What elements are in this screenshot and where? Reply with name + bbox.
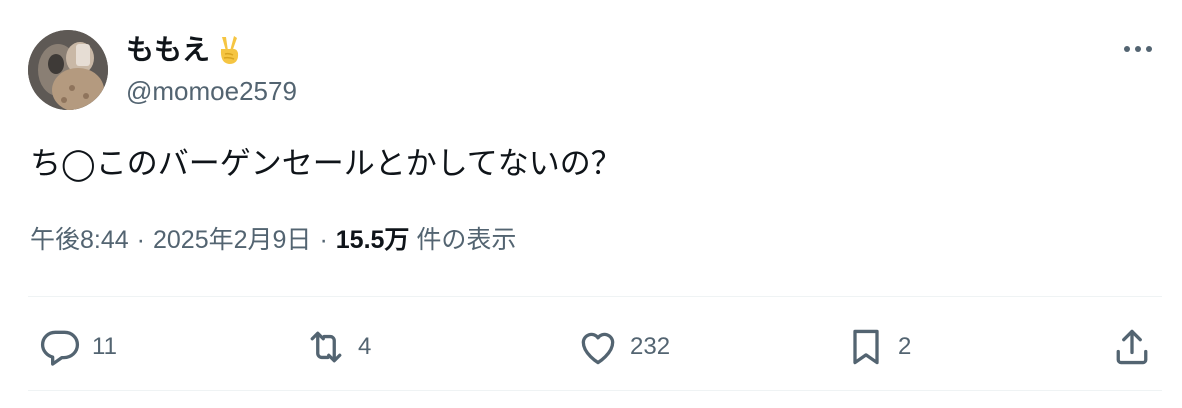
display-name-text: ももえ (126, 34, 211, 65)
tweet-text: ち◯このバーゲンセールとかしてないの？ (30, 146, 622, 181)
share-button[interactable] (1110, 322, 1154, 372)
bookmark-button[interactable]: 2 (844, 322, 911, 372)
reply-icon (40, 330, 80, 366)
share-icon (1116, 329, 1148, 365)
retweet-count: 4 (358, 333, 372, 360)
avatar[interactable] (28, 30, 108, 110)
divider (28, 390, 1162, 391)
divider (28, 296, 1162, 297)
bookmark-icon (853, 329, 879, 365)
reply-button[interactable]: 11 (38, 322, 117, 372)
meta-separator: · (136, 226, 145, 254)
views-count[interactable]: 15.5万 (336, 226, 410, 254)
reply-count: 11 (92, 333, 117, 360)
retweet-button[interactable]: 4 (304, 322, 371, 372)
more-options-button[interactable] (1118, 34, 1158, 64)
views-label: 件の表示 (416, 226, 517, 254)
like-button[interactable]: 232 (576, 322, 670, 372)
retweet-icon (310, 331, 342, 363)
user-handle[interactable]: @momoe2579 (126, 74, 297, 108)
like-count: 232 (630, 333, 671, 360)
tweet-time[interactable]: 午後8:44 (30, 226, 129, 254)
display-name[interactable]: ももえ (126, 30, 244, 70)
tweet-date[interactable]: 2025年2月9日 (153, 226, 311, 254)
heart-icon (581, 332, 615, 365)
tweet-card: ももえ @momoe2579 ち◯このバーゲンセールとかしてないの？ 午後8:4… (0, 0, 1182, 408)
victory-hand-emoji-icon (214, 33, 244, 67)
bookmark-count: 2 (898, 333, 912, 360)
meta-separator: · (319, 226, 328, 254)
tweet-meta: 午後8:44 · 2025年2月9日 · 15.5万 件の表示 (30, 222, 516, 258)
avatar-photo (28, 30, 108, 110)
action-bar: 11 4 232 2 (0, 322, 1182, 372)
more-horizontal-icon (1124, 46, 1152, 52)
